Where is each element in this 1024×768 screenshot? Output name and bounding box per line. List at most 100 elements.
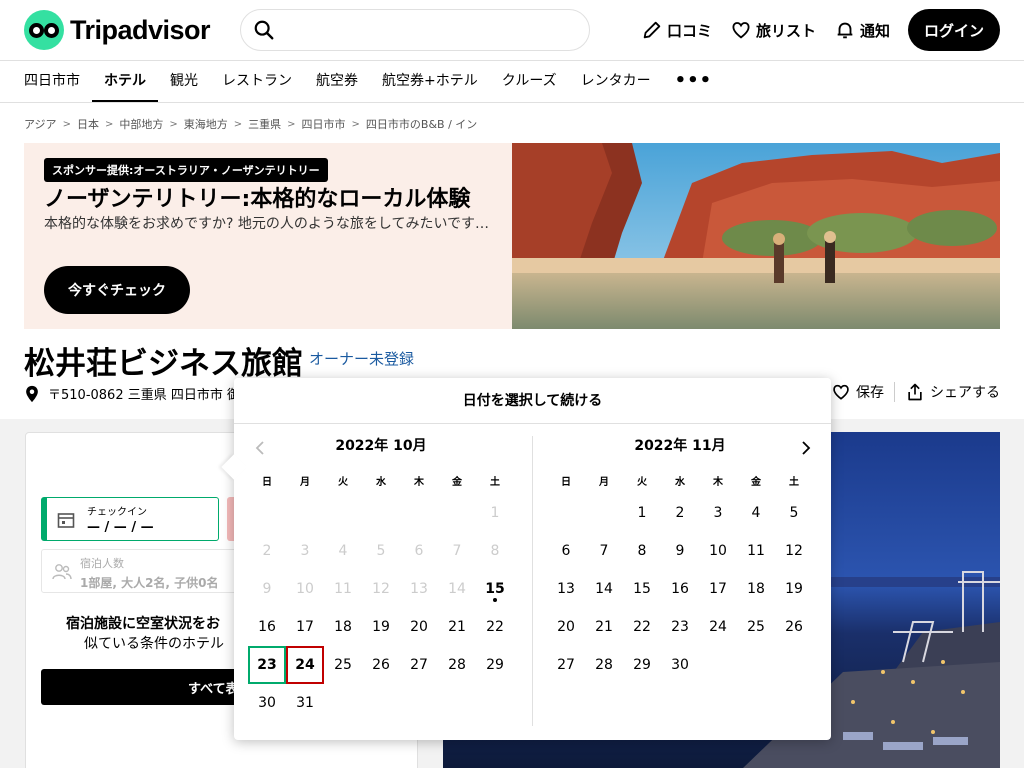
day-empty: [438, 494, 476, 532]
calendar-day[interactable]: 21: [585, 608, 623, 646]
calendar-day[interactable]: 30: [661, 646, 699, 684]
alerts-link[interactable]: 通知: [834, 19, 890, 41]
breadcrumb-item[interactable]: 中部地方: [119, 116, 163, 132]
sponsor-badge: スポンサー提供:オーストラリア・ノーザンテリトリー: [44, 158, 328, 182]
check-now-button[interactable]: 今すぐチェック: [44, 266, 190, 314]
calendar-day[interactable]: 15: [623, 570, 661, 608]
calendar-day[interactable]: 8: [623, 532, 661, 570]
sponsored-banner[interactable]: スポンサー提供:オーストラリア・ノーザンテリトリー ノーザンテリトリー:本格的な…: [24, 143, 1000, 329]
calendar-day[interactable]: 13: [547, 570, 585, 608]
calendar-day[interactable]: 22: [623, 608, 661, 646]
day-empty: [585, 494, 623, 532]
calendar-day[interactable]: 5: [775, 494, 813, 532]
calendar-day-today[interactable]: 15: [476, 570, 514, 608]
day-empty: [248, 494, 286, 532]
nav-item-restaurants[interactable]: レストラン: [210, 61, 304, 102]
calendar-day-checkin[interactable]: 23: [248, 646, 286, 684]
calendar-day[interactable]: 25: [737, 608, 775, 646]
nav-item-attractions[interactable]: 観光: [158, 61, 210, 102]
write-review-link[interactable]: 口コミ: [641, 19, 712, 41]
breadcrumb-item[interactable]: アジア: [24, 116, 57, 132]
calendar-day[interactable]: 19: [362, 608, 400, 646]
calendar-day[interactable]: 27: [547, 646, 585, 684]
checkin-label: チェックイン: [87, 507, 147, 518]
share-button[interactable]: シェアする: [905, 382, 1000, 402]
calendar-day[interactable]: 14: [585, 570, 623, 608]
day-grid: 1 2 3 4 5 6 7 8 9 10 11 12 13 14 15 16 17 18 19 20 21 22 23 24 2…: [547, 494, 813, 684]
calendar-day[interactable]: 6: [547, 532, 585, 570]
calendar-day[interactable]: 10: [699, 532, 737, 570]
calendar-day[interactable]: 30: [248, 684, 286, 722]
nav-item-city[interactable]: 四日市市: [24, 61, 92, 102]
calendar-day-disabled: 9: [262, 581, 272, 597]
calendar-day[interactable]: 2: [661, 494, 699, 532]
month-divider: [532, 436, 533, 726]
calendar-day[interactable]: 28: [438, 646, 476, 684]
divider: [894, 382, 895, 402]
calendar-day[interactable]: 16: [661, 570, 699, 608]
calendar-day[interactable]: 7: [585, 532, 623, 570]
calendar-day[interactable]: 16: [248, 608, 286, 646]
chevron-right-icon: >: [287, 118, 296, 130]
chevron-right-icon: >: [104, 118, 114, 130]
calendar-day[interactable]: 12: [775, 532, 813, 570]
banner-outback-photo: [512, 143, 1000, 329]
weekday-label: 木: [713, 476, 723, 488]
heart-icon: [732, 22, 750, 39]
calendar-day[interactable]: 25: [324, 646, 362, 684]
more-menu-icon[interactable]: •••: [663, 61, 725, 102]
guests-label: 宿泊人数: [80, 557, 124, 570]
calendar-day[interactable]: 18: [324, 608, 362, 646]
calendar-day[interactable]: 21: [438, 608, 476, 646]
tripadvisor-logo[interactable]: Tripadvisor: [24, 10, 211, 50]
nav-item-hotels[interactable]: ホテル: [92, 61, 158, 102]
calendar-day-disabled: 6: [414, 543, 424, 559]
breadcrumb-item[interactable]: 三重県: [248, 116, 281, 132]
calendar-day[interactable]: 29: [476, 646, 514, 684]
calendar-day[interactable]: 20: [547, 608, 585, 646]
calendar-day[interactable]: 24: [699, 608, 737, 646]
calendar-day[interactable]: 28: [585, 646, 623, 684]
calendar-day[interactable]: 23: [661, 608, 699, 646]
calendar-day[interactable]: 3: [699, 494, 737, 532]
calendar-day[interactable]: 31: [286, 684, 324, 722]
share-icon: [908, 383, 922, 401]
breadcrumb-item[interactable]: 日本: [77, 116, 99, 132]
hotel-address[interactable]: 〒510-0862 三重県 四日市市 御: [24, 384, 240, 403]
checkin-field[interactable]: チェックイン — / — / —: [41, 497, 219, 541]
trips-link[interactable]: 旅リスト: [730, 19, 816, 41]
calendar-day[interactable]: 19: [775, 570, 813, 608]
calendar-day[interactable]: 20: [400, 608, 438, 646]
breadcrumb-item[interactable]: 東海地方: [184, 116, 228, 132]
nav-item-flight-hotel[interactable]: 航空券+ホテル: [370, 61, 490, 102]
search-input[interactable]: [283, 22, 589, 38]
weekday-label: 木: [414, 476, 424, 488]
nav-item-flights[interactable]: 航空券: [304, 61, 370, 102]
search-bar[interactable]: [240, 9, 590, 51]
calendar-day[interactable]: 18: [737, 570, 775, 608]
calendar-day[interactable]: 29: [623, 646, 661, 684]
nav-item-cruises[interactable]: クルーズ: [490, 61, 569, 102]
calendar-day[interactable]: 17: [699, 570, 737, 608]
weekday-label: 水: [675, 476, 685, 488]
calendar-day-checkout[interactable]: 24: [286, 646, 324, 684]
save-button[interactable]: 保存: [831, 382, 884, 402]
calendar-day[interactable]: 11: [737, 532, 775, 570]
breadcrumb-item[interactable]: 四日市市: [302, 116, 346, 132]
nav-item-rental-cars[interactable]: レンタカー: [569, 61, 663, 102]
calendar-day[interactable]: 26: [775, 608, 813, 646]
calendar-day[interactable]: 1: [623, 494, 661, 532]
guests-value: 1部屋, 大人2名, 子供0名: [80, 576, 219, 590]
calendar-day[interactable]: 26: [362, 646, 400, 684]
calendar-day[interactable]: 4: [737, 494, 775, 532]
calendar-day[interactable]: 17: [286, 608, 324, 646]
calendar-day[interactable]: 22: [476, 608, 514, 646]
guests-field[interactable]: 宿泊人数 1部屋, 大人2名, 子供0名: [41, 549, 237, 593]
day-empty: [324, 494, 362, 532]
calendar-day[interactable]: 9: [661, 532, 699, 570]
calendar-day[interactable]: 27: [400, 646, 438, 684]
login-button[interactable]: ログイン: [907, 9, 1000, 51]
owner-unregistered-link[interactable]: オーナー未登録: [309, 348, 414, 369]
calendar-icon: [57, 513, 75, 528]
chevron-right-icon: >: [62, 118, 71, 130]
